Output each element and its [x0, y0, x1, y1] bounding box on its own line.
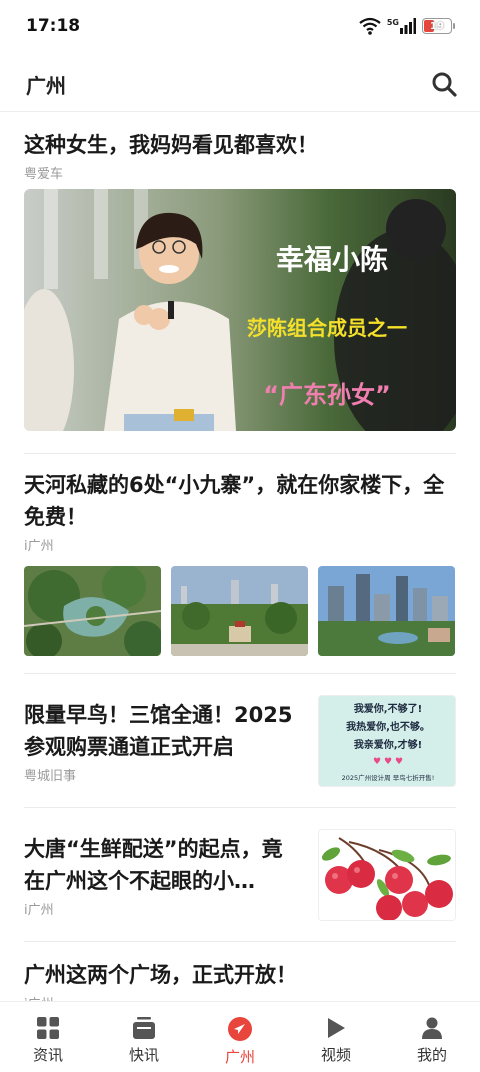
nav-item-profile[interactable]: 我的 [384, 1002, 480, 1072]
article-source: 粤爱车 [24, 167, 64, 182]
article-title: 限量早鸟！三馆全通！2025参观购票通道正式开启 [24, 703, 293, 759]
svg-text:♥: ♥ [395, 757, 403, 767]
signal-icon [400, 18, 416, 34]
svg-text:我爱你,不够了!: 我爱你,不够了! [354, 702, 422, 715]
divider [24, 453, 456, 454]
bottom-nav: 资讯 快讯 广州 视频 我的 [0, 1001, 480, 1072]
divider [24, 673, 456, 674]
hero-caption-name: 幸福小陈 [276, 243, 388, 276]
nav-label: 广州 [224, 1048, 255, 1066]
article-title: 大唐“生鲜配送”的起点，竟在广州这个不起眼的小… [24, 837, 283, 893]
article-card[interactable]: 这种女生，我妈妈看见都喜欢！ 粤爱车 [24, 129, 456, 182]
svg-text:我热爱你,也不够。: 我热爱你,也不够。 [346, 720, 430, 733]
nav-item-guangzhou[interactable]: 广州 [192, 1002, 288, 1072]
search-icon[interactable] [430, 70, 458, 98]
article-card[interactable]: 限量早鸟！三馆全通！2025参观购票通道正式开启 粤城旧事 我爱你,不够了! 我… [24, 695, 456, 787]
svg-text:2025广州设计周 早鸟七折开售!: 2025广州设计周 早鸟七折开售! [342, 773, 435, 782]
article-hero-image[interactable]: 幸福小陈 莎陈组合成员之一 “广东孙女” [24, 189, 456, 431]
tv-icon [133, 1017, 155, 1039]
svg-text:♥: ♥ [373, 757, 381, 767]
nav-label: 视频 [320, 1046, 351, 1064]
article-source: 粤城旧事 [24, 769, 77, 784]
svg-text:我亲爱你,才够!: 我亲爱你,才够! [354, 738, 422, 751]
status-icons: 5G 19 [359, 17, 455, 35]
battery-icon: 19 [422, 18, 455, 34]
nav-label: 快讯 [128, 1046, 159, 1064]
article-title: 这种女生，我妈妈看见都喜欢！ [24, 133, 318, 157]
article-thumbnails [24, 566, 456, 656]
article-source: i广州 [24, 903, 54, 918]
hero-caption-role: 莎陈组合成员之一 [247, 316, 407, 340]
status-bar: 17:18 5G 19 [0, 0, 480, 56]
news-feed[interactable]: 这种女生，我妈妈看见都喜欢！ 粤爱车 幸福小陈 莎陈组合成员之一 “广东孙女” … [0, 113, 480, 1001]
divider [24, 807, 456, 808]
location-arrow-icon [228, 1017, 252, 1041]
app-header: 广州 [0, 56, 480, 112]
nav-label: 资讯 [32, 1046, 63, 1064]
grid-icon [37, 1017, 59, 1039]
wifi-icon [359, 17, 381, 35]
play-icon [328, 1018, 345, 1038]
article-source: i广州 [24, 993, 456, 1001]
nav-item-video[interactable]: 视频 [288, 1002, 384, 1072]
nav-item-news[interactable]: 资讯 [0, 1002, 96, 1072]
hero-photo: 幸福小陈 莎陈组合成员之一 “广东孙女” [24, 189, 456, 431]
status-time: 17:18 [26, 16, 81, 36]
article-source: i广州 [24, 539, 54, 554]
article-card[interactable]: 广州这两个广场，正式开放！ i广州 [24, 959, 456, 1001]
nav-item-flash[interactable]: 快讯 [96, 1002, 192, 1072]
network-type: 5G [387, 18, 416, 34]
article-thumbnail[interactable] [318, 566, 455, 656]
article-thumbnail[interactable]: 我爱你,不够了! 我热爱你,也不够。 我亲爱你,才够! ♥ ♥ ♥ 2025广州… [318, 695, 456, 787]
user-icon [422, 1017, 442, 1039]
article-title: 广州这两个广场，正式开放！ [24, 963, 297, 987]
nav-label: 我的 [416, 1046, 447, 1064]
article-card[interactable]: 天河私藏的6处“小九寨”，就在你家楼下，全免费！ i广州 [24, 469, 456, 656]
svg-text:♥: ♥ [384, 757, 392, 767]
page-title: 广州 [26, 74, 66, 98]
article-thumbnail[interactable] [318, 829, 456, 921]
divider [24, 941, 456, 942]
article-card[interactable]: 大唐“生鲜配送”的起点，竟在广州这个不起眼的小… i广州 [24, 829, 456, 921]
article-title: 天河私藏的6处“小九寨”，就在你家楼下，全免费！ [24, 473, 445, 529]
article-thumbnail[interactable] [171, 566, 308, 656]
hero-caption-tag: “广东孙女” [263, 381, 391, 409]
article-thumbnail[interactable] [24, 566, 161, 656]
